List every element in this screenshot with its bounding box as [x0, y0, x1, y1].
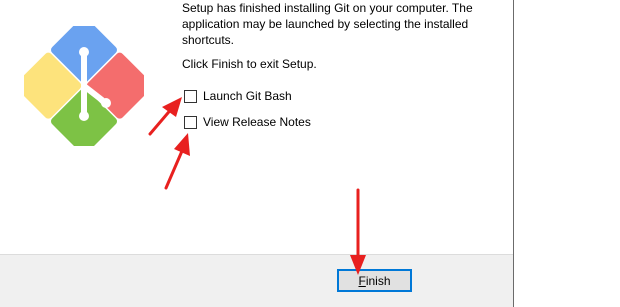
finish-button[interactable]: Finish [337, 269, 412, 292]
git-logo-icon [24, 26, 144, 146]
wizard-footer [0, 254, 513, 307]
screenshot: Setup has finished installing Git on you… [0, 0, 620, 307]
view-release-notes-option[interactable]: View Release Notes [184, 115, 311, 129]
message-line: Setup has finished installing Git on you… [182, 1, 473, 15]
finish-label-rest: inish [365, 273, 391, 288]
finish-mnemonic: F [358, 273, 366, 288]
setup-finished-message: Setup has finished installing Git on you… [182, 0, 482, 48]
view-release-notes-checkbox[interactable] [184, 115, 197, 129]
launch-git-bash-checkbox[interactable] [184, 89, 197, 103]
launch-git-bash-option[interactable]: Launch Git Bash [184, 89, 292, 103]
message-line: application may be launched by selecting… [182, 17, 469, 31]
wizard-content: Setup has finished installing Git on you… [0, 0, 513, 254]
finish-instruction: Click Finish to exit Setup. [182, 57, 317, 71]
message-line: shortcuts. [182, 33, 235, 47]
view-release-notes-label[interactable]: View Release Notes [203, 115, 311, 129]
launch-git-bash-label[interactable]: Launch Git Bash [203, 89, 292, 103]
setup-wizard-window: Setup has finished installing Git on you… [0, 0, 514, 307]
